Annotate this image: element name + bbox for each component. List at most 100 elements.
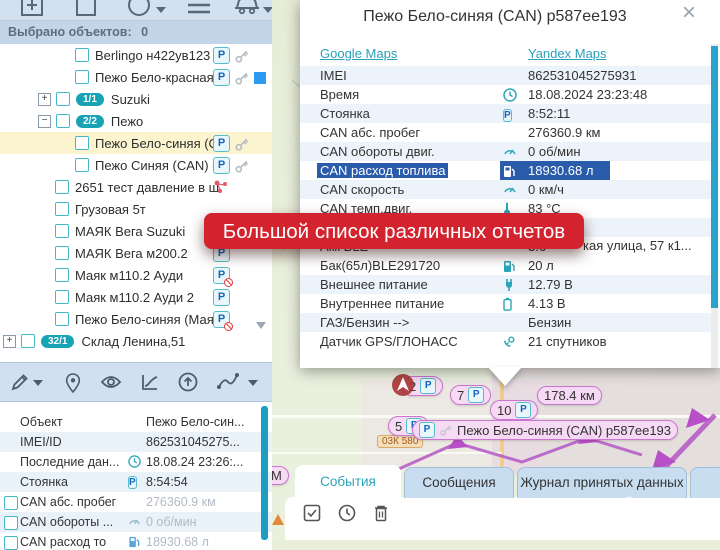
checkbox[interactable] bbox=[21, 334, 35, 348]
checkbox[interactable] bbox=[55, 290, 69, 304]
parking-off-icon[interactable] bbox=[213, 267, 230, 284]
unit-label[interactable]: Пежо Бело-синяя (Мая bbox=[75, 312, 214, 327]
tab-events[interactable]: События bbox=[295, 465, 401, 498]
add-object-icon[interactable] bbox=[20, 0, 44, 17]
checkbox[interactable] bbox=[55, 180, 69, 194]
group-label[interactable]: Склад Ленина,51 bbox=[81, 334, 185, 349]
tree-row-berlingo[interactable]: Berlingo н422ув123 bbox=[0, 44, 272, 66]
map-vehicle-badge[interactable]: Пежо Бело-синяя (CAN) p587ee193 bbox=[412, 420, 678, 440]
collapse-toggle[interactable]: − bbox=[38, 115, 51, 128]
parking-icon[interactable] bbox=[213, 69, 230, 86]
key-icon[interactable] bbox=[234, 48, 250, 64]
tab-partial[interactable] bbox=[690, 467, 720, 498]
checkbox[interactable] bbox=[56, 92, 70, 106]
checkbox[interactable] bbox=[75, 136, 89, 150]
scrollbar-thumb[interactable] bbox=[711, 46, 718, 308]
chart-icon[interactable] bbox=[140, 372, 160, 392]
info-row-object: Объект Пежо Бело-син... bbox=[0, 412, 272, 432]
shape-circle-icon[interactable] bbox=[127, 0, 151, 17]
chevron-down-icon[interactable] bbox=[33, 380, 43, 386]
scrollbar-arrow-icon[interactable] bbox=[256, 322, 266, 329]
unit-label[interactable]: МАЯК Вега м200.2 bbox=[75, 246, 188, 261]
checkbox[interactable] bbox=[75, 48, 89, 62]
checkbox[interactable] bbox=[56, 114, 70, 128]
tab-messages[interactable]: Сообщения bbox=[404, 467, 514, 498]
parking-icon[interactable] bbox=[213, 157, 230, 174]
chevron-down-icon[interactable] bbox=[248, 380, 258, 386]
checkbox[interactable] bbox=[55, 202, 69, 216]
watermark-logo: Avito bbox=[606, 496, 714, 530]
tree-group-suzuki[interactable]: + 1/1 Suzuki bbox=[0, 88, 272, 110]
close-icon[interactable]: × bbox=[682, 0, 696, 26]
clock-icon[interactable] bbox=[338, 504, 356, 522]
route-icon[interactable] bbox=[216, 372, 242, 392]
trash-icon[interactable] bbox=[373, 504, 389, 522]
google-maps-link[interactable]: Google Maps bbox=[320, 46, 397, 61]
parking-icon[interactable] bbox=[213, 135, 230, 152]
key-icon bbox=[439, 423, 453, 437]
tree-group-pezho[interactable]: − 2/2 Пежо bbox=[0, 110, 272, 132]
unit-label[interactable]: МАЯК Вега Suzuki bbox=[75, 224, 185, 239]
unit-label[interactable]: Маяк м110.2 Ауди 2 bbox=[75, 290, 194, 305]
key-icon[interactable] bbox=[234, 136, 250, 152]
unit-label[interactable]: Пежо Бело-синяя (С bbox=[95, 136, 218, 151]
tab-data-log[interactable]: Журнал принятых данных bbox=[517, 467, 687, 498]
chevron-down-icon[interactable] bbox=[263, 7, 272, 13]
checkbox[interactable] bbox=[55, 224, 69, 238]
sidebar: Выбрано объектов: 0 Berlingo н422ув123 П… bbox=[0, 0, 272, 540]
row-value: 18.08.2024 23:23:48 bbox=[528, 87, 647, 102]
expand-toggle[interactable]: + bbox=[3, 335, 16, 348]
unit-label[interactable]: Berlingo н422ув123 bbox=[95, 48, 210, 63]
edit-pencil-icon[interactable] bbox=[10, 372, 30, 392]
unit-label[interactable]: Маяк м110.2 Ауди bbox=[75, 268, 183, 283]
chevron-down-icon[interactable] bbox=[156, 7, 166, 13]
yandex-maps-link[interactable]: Yandex Maps bbox=[528, 46, 607, 61]
map-distance-badge[interactable]: 178.4 км bbox=[537, 386, 602, 405]
checkbox[interactable] bbox=[4, 516, 18, 530]
unit-label[interactable]: Пежо Синяя (CAN) с bbox=[95, 158, 219, 173]
tree-row-pezho-belo-krasnaya[interactable]: Пежо Бело-красная bbox=[0, 66, 272, 88]
checkbox[interactable] bbox=[4, 496, 18, 510]
checkbox[interactable] bbox=[55, 268, 69, 282]
vehicle-filter-icon[interactable] bbox=[234, 0, 260, 17]
tree-row-mayak-m110-audi-2[interactable]: Маяк м110.2 Ауди 2 bbox=[0, 286, 272, 308]
tree-group-sklad-lenina[interactable]: + 32/1 Склад Ленина,51 bbox=[0, 330, 272, 352]
checkbox[interactable] bbox=[4, 536, 18, 550]
tree-row-mayak-m110-audi[interactable]: Маяк м110.2 Ауди bbox=[0, 264, 272, 286]
checkbox[interactable] bbox=[55, 246, 69, 260]
group-label[interactable]: Пежо bbox=[111, 114, 143, 129]
parking-icon[interactable] bbox=[213, 47, 230, 64]
shape-square-icon[interactable] bbox=[75, 0, 97, 17]
eye-icon[interactable] bbox=[100, 374, 122, 390]
list-view-icon[interactable] bbox=[186, 0, 212, 17]
checkbox[interactable] bbox=[55, 312, 69, 326]
unit-label[interactable]: 2651 тест давление в ш bbox=[75, 180, 219, 195]
unit-label[interactable]: Пежо Бело-красная bbox=[95, 70, 214, 85]
map-marker-7[interactable]: 7 bbox=[450, 385, 491, 405]
fuel-icon bbox=[503, 259, 515, 273]
distance-label: 178.4 км bbox=[544, 388, 595, 403]
battery-icon bbox=[503, 297, 512, 311]
key-icon[interactable] bbox=[234, 158, 250, 174]
info-label: CAN обороты ... bbox=[20, 515, 113, 529]
row-label: Датчик GPS/ГЛОНАСС bbox=[320, 334, 458, 349]
key-icon[interactable] bbox=[234, 70, 250, 86]
tree-row-2651-test[interactable]: 2651 тест давление в ш bbox=[0, 176, 272, 198]
group-label[interactable]: Suzuki bbox=[111, 92, 150, 107]
expand-toggle[interactable]: + bbox=[38, 93, 51, 106]
tree-row-pezho-belo-sinyaya-mayak[interactable]: Пежо Бело-синяя (Мая bbox=[0, 308, 272, 330]
location-pin-icon[interactable] bbox=[64, 372, 82, 394]
tree-row-pezho-sinyaya[interactable]: Пежо Синяя (CAN) с bbox=[0, 154, 272, 176]
export-up-icon[interactable] bbox=[178, 372, 198, 392]
checkbox[interactable] bbox=[75, 70, 89, 84]
unit-label[interactable]: Грузовая 5т bbox=[75, 202, 146, 217]
select-all-icon[interactable] bbox=[303, 504, 321, 522]
tree-row-pezho-belo-sinyaya[interactable]: Пежо Бело-синяя (С bbox=[0, 132, 272, 154]
row-can-speed: CAN скорость 0 км/ч bbox=[300, 180, 712, 199]
checkbox[interactable] bbox=[75, 158, 89, 172]
parking-icon[interactable] bbox=[213, 289, 230, 306]
map-marker-10[interactable]: 10 bbox=[490, 400, 538, 420]
row-can-fuel-consumption[interactable]: CAN расход топлива 18930.68 л bbox=[300, 161, 712, 180]
parking-off-icon[interactable] bbox=[213, 311, 230, 328]
scrollbar-thumb[interactable] bbox=[261, 406, 268, 540]
